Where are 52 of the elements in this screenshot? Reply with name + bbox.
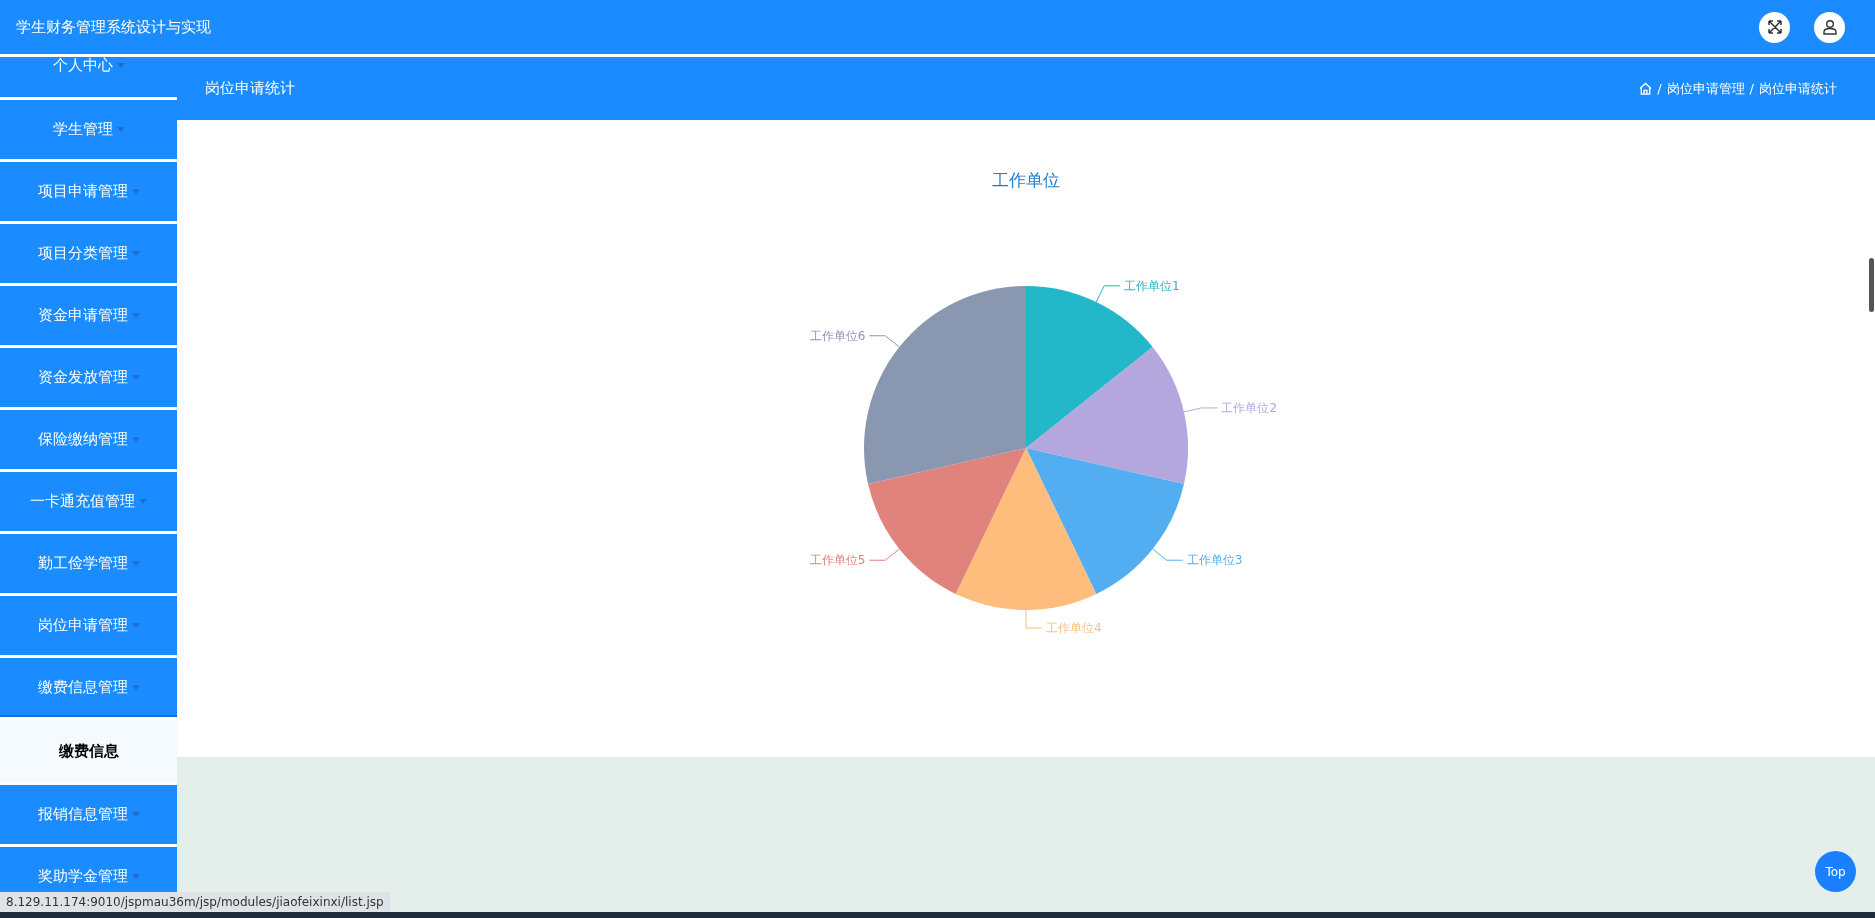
- leader-line: [1095, 284, 1121, 303]
- caret-icon: [131, 561, 140, 567]
- chart-title: 工作单位: [992, 169, 1060, 192]
- sidebar-menu-item[interactable]: 项目申请管理: [0, 162, 177, 221]
- slice-label: 工作单位4: [1046, 620, 1102, 635]
- breadcrumb-separator: /: [1749, 79, 1754, 98]
- leader-line: [1025, 609, 1043, 628]
- home-icon[interactable]: [1639, 82, 1653, 95]
- breadcrumb-separator: /: [1657, 79, 1662, 98]
- fullscreen-icon: [1766, 19, 1783, 35]
- sidebar-menu-item[interactable]: 学生管理: [0, 100, 177, 159]
- slice-label: 工作单位5: [809, 552, 866, 567]
- sidebar-submenu-item[interactable]: 缴费信息: [0, 720, 177, 782]
- caret-icon: [131, 313, 140, 319]
- sidebar-menu-item[interactable]: 资金发放管理: [0, 348, 177, 407]
- caret-icon: [131, 623, 140, 629]
- sidebar-menu-item[interactable]: 资金申请管理: [0, 286, 177, 345]
- sidebar-menu-item[interactable]: 保险缴纳管理: [0, 410, 177, 469]
- caret-icon: [131, 812, 140, 818]
- fullscreen-button[interactable]: [1759, 11, 1790, 43]
- caret-icon: [116, 63, 125, 68]
- caret-icon: [116, 127, 125, 133]
- slice-label: 工作单位2: [1221, 400, 1278, 415]
- sidebar-menu-item[interactable]: 项目分类管理: [0, 224, 177, 283]
- slice-label: 工作单位6: [809, 328, 866, 343]
- sidebar-menu-item[interactable]: 一卡通充值管理: [0, 472, 177, 531]
- sidebar-menu-item[interactable]: 报销信息管理: [0, 785, 177, 844]
- leader-line: [868, 334, 900, 347]
- leader-line: [868, 548, 900, 561]
- slice-label: 工作单位1: [1124, 278, 1180, 293]
- user-button[interactable]: [1814, 11, 1845, 43]
- page-title: 岗位申请统计: [205, 78, 295, 100]
- leader-line: [1152, 548, 1184, 561]
- leader-line: [1183, 406, 1218, 412]
- breadcrumb-link[interactable]: 岗位申请管理: [1666, 78, 1745, 99]
- user-icon: [1821, 19, 1838, 35]
- scrollbar-thumb[interactable]: [1869, 258, 1874, 312]
- caret-icon: [139, 499, 147, 505]
- sidebar-menu-item[interactable]: 缴费信息管理: [0, 658, 177, 717]
- caret-icon: [131, 874, 140, 880]
- sidebar-menu-item[interactable]: 岗位申请管理: [0, 596, 177, 655]
- caret-icon: [131, 251, 140, 257]
- breadcrumb-link[interactable]: 岗位申请统计: [1759, 78, 1837, 99]
- slice-label: 工作单位3: [1186, 552, 1243, 567]
- app-title: 学生财务管理系统设计与实现: [16, 16, 211, 38]
- caret-icon: [131, 375, 140, 381]
- sidebar-menu-item[interactable]: 个人中心: [0, 57, 177, 97]
- url-tooltip: 8.129.11.174:9010/jspmau36m/jsp/modules/jiaofeixinxi/list.jsp: [0, 892, 390, 912]
- caret-icon: [131, 685, 140, 691]
- sidebar-menu-item[interactable]: 勤工俭学管理: [0, 534, 177, 593]
- caret-icon: [131, 189, 140, 195]
- caret-icon: [131, 437, 140, 443]
